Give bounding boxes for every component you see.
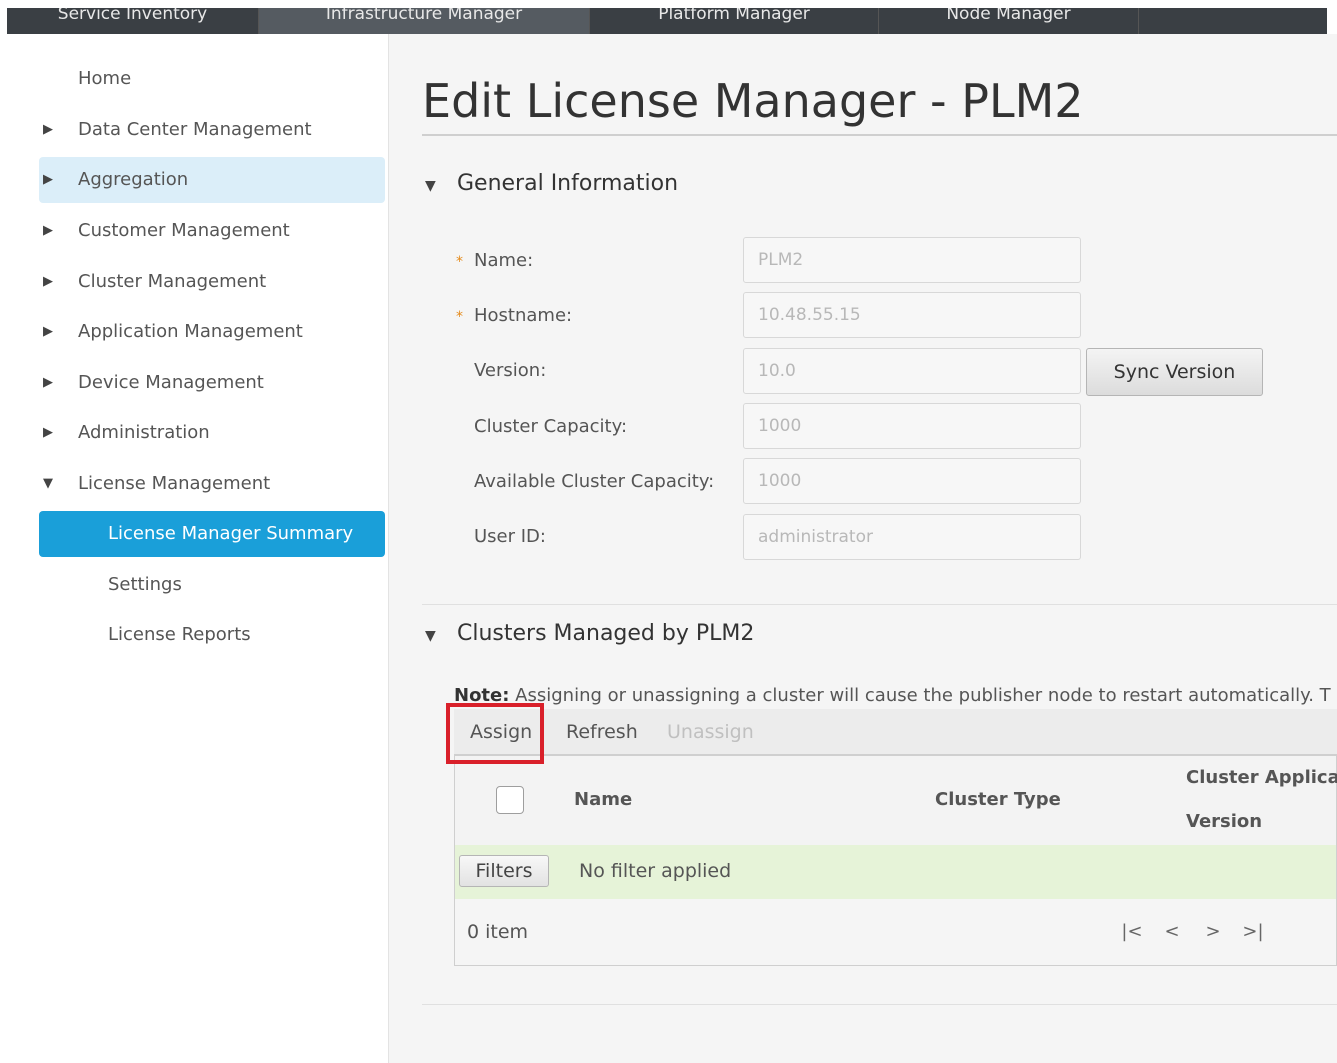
filter-status: No filter applied	[579, 860, 732, 882]
available-cluster-capacity-label: Available Cluster Capacity:	[474, 471, 715, 492]
column-header-name[interactable]: Name	[574, 789, 632, 810]
column-header-cluster-type[interactable]: Cluster Type	[935, 789, 1061, 810]
clusters-toolbar: Assign Refresh Unassign	[454, 709, 1337, 755]
tab-node-manager[interactable]: Node Manager	[879, 8, 1139, 34]
refresh-button[interactable]: Refresh	[566, 709, 638, 755]
section-heading: Clusters Managed by PLM2	[457, 621, 755, 646]
page-title: Edit License Manager - PLM2	[422, 74, 1084, 128]
sidebar-item-label: License Manager Summary	[108, 523, 354, 544]
filter-row: Filters No filter applied	[455, 845, 1336, 900]
section-divider	[422, 604, 1337, 605]
grid-footer: 0 item |< < > >|	[455, 899, 1336, 965]
sidebar-item-label: Customer Management	[78, 220, 290, 241]
top-nav-bar: Service Inventory Infrastructure Manager…	[7, 8, 1327, 34]
sidebar-item-label: Settings	[108, 574, 182, 595]
name-field[interactable]	[743, 237, 1081, 283]
user-id-field[interactable]	[743, 514, 1081, 560]
sync-version-button[interactable]: Sync Version	[1086, 348, 1263, 396]
column-header-cluster-app-version[interactable]: Cluster Applicat	[1186, 767, 1337, 788]
sidebar-item-administration[interactable]: ▶ Administration	[39, 410, 385, 456]
section-heading: General Information	[457, 171, 679, 196]
column-header-version-line: Version	[1186, 811, 1263, 832]
note-text: Assigning or unassigning a cluster will …	[509, 685, 1331, 706]
cluster-capacity-label: Cluster Capacity:	[474, 416, 628, 437]
cluster-capacity-field[interactable]	[743, 403, 1081, 449]
item-count: 0 item	[467, 921, 529, 943]
caret-right-icon: ▶	[43, 122, 53, 137]
tab-infrastructure-manager[interactable]: Infrastructure Manager	[259, 8, 590, 34]
select-all-checkbox[interactable]	[496, 786, 524, 814]
title-divider	[422, 134, 1337, 136]
caret-down-icon: ▼	[425, 628, 436, 644]
tab-platform-manager[interactable]: Platform Manager	[590, 8, 879, 34]
sidebar-item-label: Aggregation	[78, 169, 189, 190]
last-page-icon[interactable]: >|	[1241, 919, 1265, 943]
name-label: Name:	[474, 250, 534, 271]
caret-right-icon: ▶	[43, 375, 53, 390]
sidebar-item-application-management[interactable]: ▶ Application Management	[39, 309, 385, 355]
assign-highlight-box	[446, 703, 544, 764]
caret-right-icon: ▶	[43, 324, 53, 339]
previous-page-icon[interactable]: <	[1160, 919, 1184, 943]
hostname-field[interactable]	[743, 292, 1081, 338]
tab-spacer	[1139, 8, 1327, 34]
sidebar-item-home[interactable]: Home	[39, 56, 385, 102]
sidebar-item-aggregation[interactable]: ▶ Aggregation	[39, 157, 385, 203]
main-content: Edit License Manager - PLM2 ▼ General Inf…	[389, 34, 1337, 1063]
sidebar-item-license-management[interactable]: ▼ License Management	[39, 461, 385, 507]
caret-down-icon: ▼	[425, 178, 436, 194]
tab-service-inventory[interactable]: Service Inventory	[7, 8, 259, 34]
section-clusters-managed[interactable]: ▼ Clusters Managed by PLM2	[425, 621, 754, 646]
sidebar-item-license-reports[interactable]: License Reports	[39, 612, 385, 658]
section-divider	[422, 1004, 1337, 1005]
filters-button[interactable]: Filters	[459, 855, 549, 887]
caret-right-icon: ▶	[43, 172, 53, 187]
caret-right-icon: ▶	[43, 425, 53, 440]
restart-note: Note: Assigning or unassigning a cluster…	[454, 685, 1331, 706]
grid-header: Name Cluster Type Cluster Applicat Versi…	[455, 756, 1337, 846]
next-page-icon[interactable]: >	[1201, 919, 1225, 943]
sidebar-item-customer-management[interactable]: ▶ Customer Management	[39, 208, 385, 254]
sidebar-item-cluster-management[interactable]: ▶ Cluster Management	[39, 259, 385, 305]
clusters-grid: Name Cluster Type Cluster Applicat Versi…	[454, 755, 1337, 966]
sidebar-item-label: License Reports	[108, 624, 251, 645]
user-id-label: User ID:	[474, 526, 546, 547]
version-label: Version:	[474, 360, 547, 381]
sidebar-item-data-center-management[interactable]: ▶ Data Center Management	[39, 107, 385, 153]
unassign-button: Unassign	[667, 709, 754, 755]
sidebar-item-label: Home	[78, 68, 132, 89]
sidebar-item-device-management[interactable]: ▶ Device Management	[39, 360, 385, 406]
sidebar: Home ▶ Data Center Management ▶ Aggregat…	[7, 34, 389, 1063]
sidebar-item-label: Cluster Management	[78, 271, 267, 292]
sidebar-item-label: Data Center Management	[78, 119, 312, 140]
required-icon: *	[456, 309, 463, 325]
first-page-icon[interactable]: |<	[1120, 919, 1144, 943]
caret-right-icon: ▶	[43, 223, 53, 238]
sidebar-item-license-manager-summary[interactable]: License Manager Summary	[39, 511, 385, 557]
sidebar-item-label: Application Management	[78, 321, 303, 342]
sidebar-item-label: Administration	[78, 422, 210, 443]
sidebar-item-label: Device Management	[78, 372, 264, 393]
sidebar-item-settings[interactable]: Settings	[39, 562, 385, 608]
required-icon: *	[456, 254, 463, 270]
available-cluster-capacity-field[interactable]	[743, 458, 1081, 504]
caret-down-icon: ▼	[43, 476, 53, 491]
hostname-label: Hostname:	[474, 305, 573, 326]
caret-right-icon: ▶	[43, 274, 53, 289]
sidebar-item-label: License Management	[78, 473, 271, 494]
version-field[interactable]	[743, 348, 1081, 394]
section-general-information[interactable]: ▼ General Information	[425, 171, 678, 196]
